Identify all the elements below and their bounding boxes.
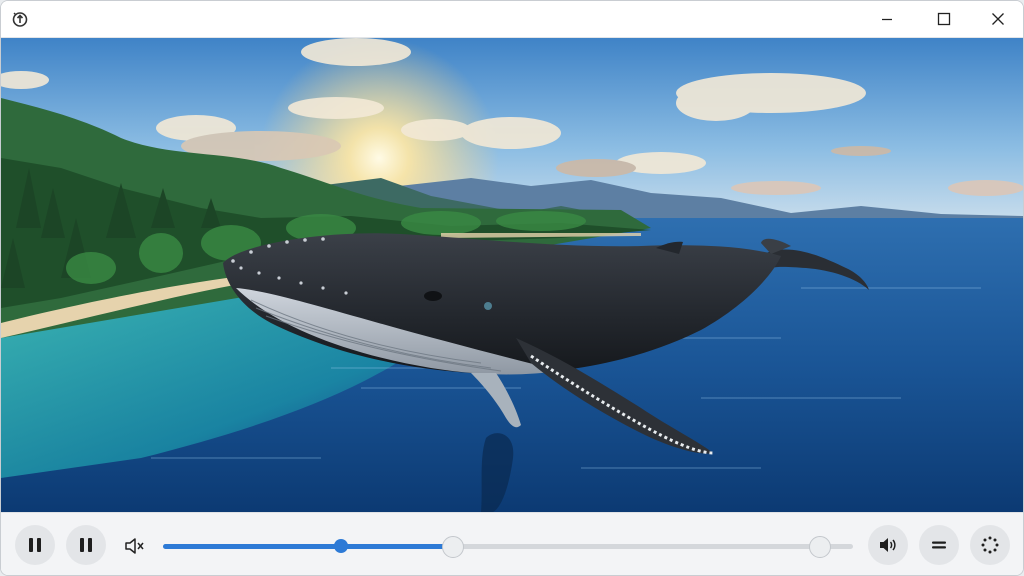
seek-bar-progress bbox=[163, 544, 453, 549]
pause-button-secondary[interactable] bbox=[66, 525, 106, 565]
minimize-icon bbox=[882, 18, 892, 21]
menu-button[interactable] bbox=[919, 525, 959, 565]
loading-button[interactable] bbox=[970, 525, 1010, 565]
media-player-window bbox=[0, 0, 1024, 576]
pause-button[interactable] bbox=[15, 525, 55, 565]
close-button[interactable] bbox=[975, 1, 1021, 37]
speaker-volume-icon bbox=[880, 538, 896, 552]
app-icon bbox=[12, 12, 28, 27]
speaker-mute-icon[interactable] bbox=[123, 536, 145, 556]
seek-bar-hover-thumb[interactable] bbox=[441, 536, 464, 558]
menu-icon bbox=[932, 541, 946, 549]
seek-bar-thumb[interactable] bbox=[334, 539, 349, 553]
video-viewport[interactable] bbox=[1, 38, 1023, 512]
video-frame bbox=[1, 38, 1023, 512]
maximize-button[interactable] bbox=[921, 1, 967, 37]
pause-icon bbox=[80, 538, 92, 552]
volume-button[interactable] bbox=[868, 525, 908, 565]
seek-bar[interactable] bbox=[163, 536, 853, 558]
maximize-icon bbox=[937, 12, 951, 26]
close-icon bbox=[992, 13, 1004, 25]
pause-icon bbox=[29, 538, 41, 552]
seek-bar-end-thumb[interactable] bbox=[808, 536, 831, 558]
title-bar bbox=[1, 1, 1023, 38]
minimize-button[interactable] bbox=[864, 1, 910, 37]
loading-spinner-icon bbox=[981, 536, 999, 554]
playback-controls-bar bbox=[1, 512, 1023, 575]
